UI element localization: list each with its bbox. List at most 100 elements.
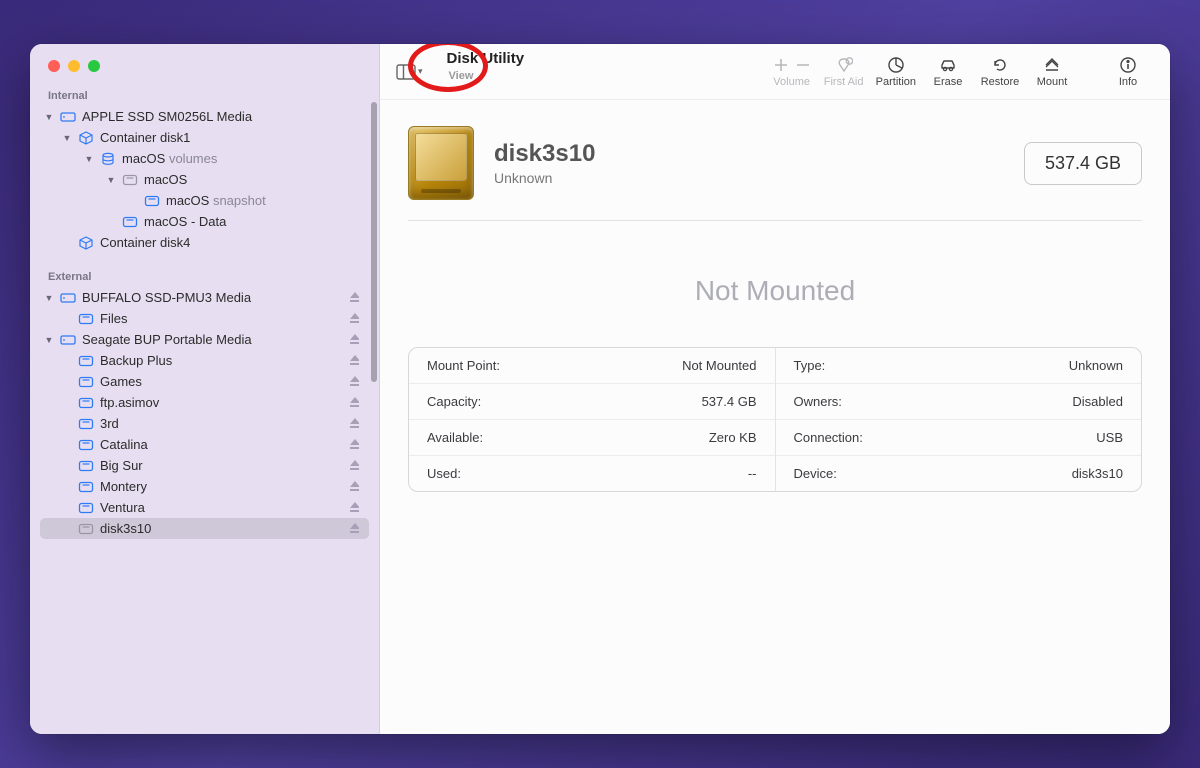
sidebar-item[interactable]: ▼APPLE SSD SM0256L Media	[40, 106, 369, 127]
zoom-icon[interactable]	[88, 60, 100, 72]
info-value: Not Mounted	[682, 358, 756, 373]
sidebar-section-internal: Internal	[30, 82, 379, 106]
volume-add-button[interactable]: Volume	[766, 56, 818, 88]
info-value: USB	[1096, 430, 1123, 445]
info-cell: Capacity:537.4 GB	[409, 383, 775, 419]
sidebar-item[interactable]: ▶disk3s10	[40, 518, 369, 539]
toolbar-label: Restore	[981, 76, 1020, 88]
divider	[408, 220, 1142, 221]
info-value: --	[748, 466, 757, 481]
sidebar-item[interactable]: ▶3rd	[40, 413, 369, 434]
disclosure-icon[interactable]: ▼	[44, 112, 54, 122]
disclosure-icon[interactable]: ▼	[44, 335, 54, 345]
sidebar-item-label: Seagate BUP Portable Media	[82, 332, 341, 347]
eject-icon[interactable]	[347, 437, 363, 452]
sidebar-item[interactable]: ▶Catalina	[40, 434, 369, 455]
eject-icon[interactable]	[347, 311, 363, 326]
eject-icon[interactable]	[347, 458, 363, 473]
view-menu-button[interactable]: ▾	[390, 57, 429, 87]
vol-icon	[78, 438, 94, 452]
sidebar-item-label: 3rd	[100, 416, 341, 431]
sidebar-item[interactable]: ▼ macOS	[40, 169, 369, 190]
info-cell: Connection:USB	[776, 419, 1142, 455]
info-value: disk3s10	[1072, 466, 1123, 481]
info-cell: Used: --	[409, 455, 775, 491]
drive-icon	[408, 126, 474, 200]
sidebar-item-label: Container disk4	[100, 235, 363, 250]
sidebar-item-label: Ventura	[100, 500, 341, 515]
eject-icon[interactable]	[347, 479, 363, 494]
sidebar-item[interactable]: ▶Ventura	[40, 497, 369, 518]
main-pane: ▾ Disk Utility View Volume First Aid P	[380, 44, 1170, 734]
sidebar-item[interactable]: ▶macOS - Data	[40, 211, 369, 232]
eject-icon[interactable]	[347, 290, 363, 305]
minimize-icon[interactable]	[68, 60, 80, 72]
partition-button[interactable]: Partition	[870, 56, 922, 88]
eject-icon[interactable]	[347, 353, 363, 368]
sidebar-item[interactable]: ▶ftp.asimov	[40, 392, 369, 413]
sidebar-item-label: macOS - Data	[144, 214, 363, 229]
toolbar-label: Mount	[1037, 76, 1068, 88]
sidebar-item[interactable]: ▶Montery	[40, 476, 369, 497]
sidebar-item[interactable]: ▶macOS snapshot	[40, 190, 369, 211]
sidebar-scrollbar[interactable]	[371, 102, 377, 382]
vol-icon	[78, 354, 94, 368]
close-icon[interactable]	[48, 60, 60, 72]
restore-button[interactable]: Restore	[974, 56, 1026, 88]
disk-size-pill: 537.4 GB	[1024, 142, 1142, 185]
info-key: Mount Point:	[427, 358, 500, 373]
sidebar-item-label: Big Sur	[100, 458, 341, 473]
vol-icon	[78, 480, 94, 494]
info-cell: Available: Zero KB	[409, 419, 775, 455]
first-aid-button[interactable]: First Aid	[818, 56, 870, 88]
sidebar-item[interactable]: ▶Big Sur	[40, 455, 369, 476]
sidebar-item-label: macOS snapshot	[166, 193, 363, 208]
sidebar-item[interactable]: ▼ BUFFALO SSD-PMU3 Media	[40, 287, 369, 308]
sidebar-tree-external: ▼ BUFFALO SSD-PMU3 Media ▶Files ▼ Seagate BU…	[30, 287, 379, 549]
info-value: Disabled	[1072, 394, 1123, 409]
info-key: Used:	[427, 466, 461, 481]
info-cell: Mount Point: Not Mounted	[409, 348, 775, 383]
info-cell: Owners:Disabled	[776, 383, 1142, 419]
sidebar-item-label: Montery	[100, 479, 341, 494]
mount-button[interactable]: Mount	[1026, 56, 1078, 88]
sidebar-item[interactable]: ▼ Seagate BUP Portable Media	[40, 329, 369, 350]
window-title-text: Disk Utility	[447, 50, 525, 68]
sidebar-item[interactable]: ▶Backup Plus	[40, 350, 369, 371]
disclosure-icon[interactable]: ▼	[44, 293, 54, 303]
eject-icon[interactable]	[347, 500, 363, 515]
sidebar-tree-internal: ▼APPLE SSD SM0256L Media▼Container disk1…	[30, 106, 379, 263]
eject-icon[interactable]	[347, 374, 363, 389]
eject-icon[interactable]	[347, 416, 363, 431]
erase-button[interactable]: Erase	[922, 56, 974, 88]
info-key: Available:	[427, 430, 483, 445]
sidebar-item[interactable]: ▶Container disk4	[40, 232, 369, 253]
sidebar-item-label: Files	[100, 311, 341, 326]
sidebar-item-label: ftp.asimov	[100, 395, 341, 410]
hdd-icon	[60, 110, 76, 124]
sidebar-item-label: Backup Plus	[100, 353, 341, 368]
info-key: Type:	[794, 358, 826, 373]
stack-icon	[100, 152, 116, 166]
sidebar-item[interactable]: ▼macOS volumes	[40, 148, 369, 169]
info-button[interactable]: Info	[1102, 56, 1154, 88]
vol-grey-icon	[122, 173, 138, 187]
vol-icon	[78, 459, 94, 473]
sidebar-item-label: Catalina	[100, 437, 341, 452]
sidebar-item[interactable]: ▶Games	[40, 371, 369, 392]
disclosure-icon[interactable]: ▼	[84, 154, 94, 164]
hdd-icon	[60, 291, 76, 305]
vol-icon	[78, 375, 94, 389]
eject-icon[interactable]	[347, 332, 363, 347]
sidebar-item-label: BUFFALO SSD-PMU3 Media	[82, 290, 341, 305]
sidebar-item-label: macOS	[144, 172, 363, 187]
eject-icon[interactable]	[347, 395, 363, 410]
toolbar-label: Erase	[934, 76, 963, 88]
info-value: Zero KB	[709, 430, 757, 445]
disclosure-icon[interactable]: ▼	[62, 133, 72, 143]
disclosure-icon[interactable]: ▼	[106, 175, 116, 185]
sidebar-item[interactable]: ▶Files	[40, 308, 369, 329]
info-key: Device:	[794, 466, 837, 481]
eject-icon[interactable]	[347, 521, 363, 536]
sidebar-item[interactable]: ▼Container disk1	[40, 127, 369, 148]
